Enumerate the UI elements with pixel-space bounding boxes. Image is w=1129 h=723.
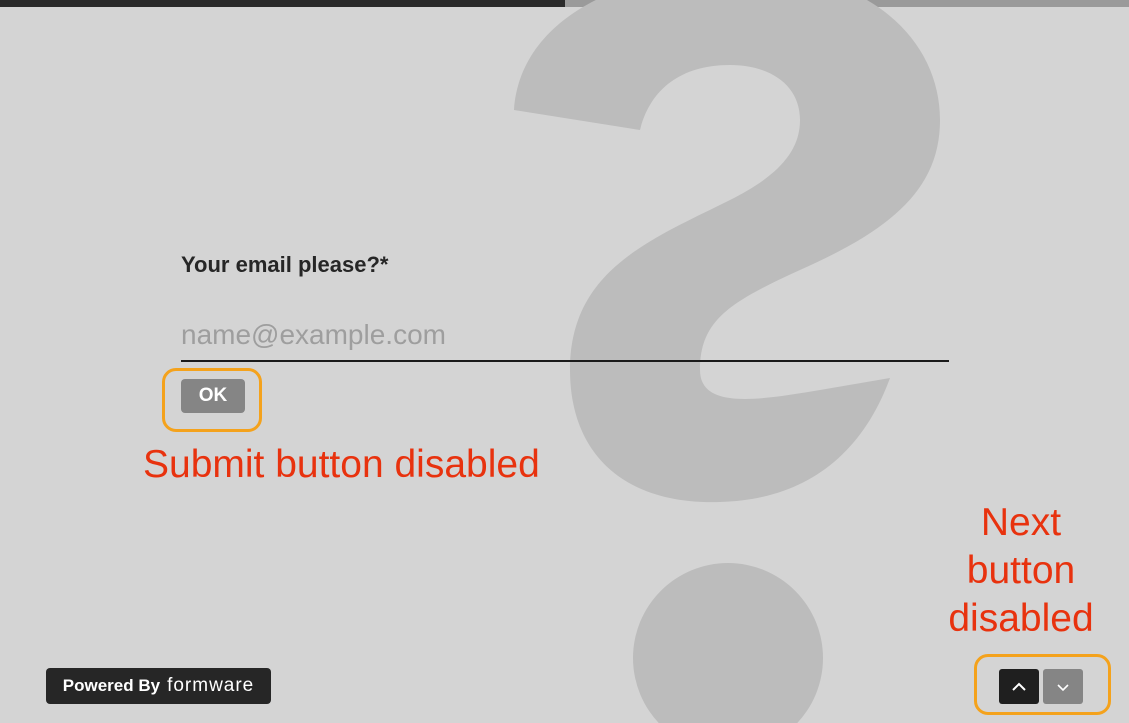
email-input[interactable] bbox=[181, 316, 949, 362]
previous-question-button[interactable] bbox=[999, 669, 1039, 704]
submit-highlight-outline bbox=[162, 368, 262, 432]
progress-bar-fill bbox=[0, 0, 565, 7]
next-annotation-line: disabled bbox=[948, 597, 1094, 640]
next-question-button[interactable] bbox=[1043, 669, 1083, 704]
chevron-up-icon bbox=[1012, 682, 1026, 691]
powered-by-label: Powered By bbox=[62, 676, 161, 695]
next-annotation-line: Next bbox=[980, 501, 1062, 544]
submit-annotation-text: Submit button disabled bbox=[143, 443, 540, 486]
formware-logo: formware bbox=[167, 675, 255, 696]
powered-by-badge[interactable]: Powered By formware bbox=[46, 668, 271, 704]
chevron-down-icon bbox=[1057, 683, 1069, 691]
next-annotation-line: button bbox=[966, 549, 1076, 592]
next-annotation-text: Next button disabled bbox=[936, 499, 1106, 643]
question-label: Your email please?* bbox=[181, 252, 389, 277]
form-page: Your email please?* OK Submit button dis… bbox=[0, 0, 1129, 723]
